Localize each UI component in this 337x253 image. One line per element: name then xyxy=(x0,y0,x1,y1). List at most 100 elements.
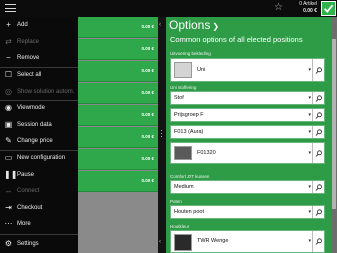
new-config-icon: ▭ xyxy=(4,153,13,162)
prijsgroep-field[interactable]: Prijsgroep F ▾ xyxy=(170,108,325,122)
position-row[interactable]: 0.00 € xyxy=(78,127,158,148)
chevron-down-icon[interactable]: ▾ xyxy=(308,150,311,156)
position-price: 0.00 € xyxy=(141,90,154,95)
drag-handle-icon[interactable] xyxy=(161,130,163,138)
hamburger-menu-icon[interactable] xyxy=(5,4,16,12)
color-swatch xyxy=(174,146,192,160)
field-value: Prijsgroep F xyxy=(174,112,204,118)
menu-item-replace[interactable]: ⇄ Replace xyxy=(0,34,78,50)
field-value: Uni xyxy=(197,67,206,73)
connect-icon: ↔ xyxy=(4,186,13,195)
collapse-left-icon[interactable]: ‹ xyxy=(159,22,161,28)
chevron-down-icon[interactable]: ▾ xyxy=(308,129,311,135)
field-value: F013 (Aura) xyxy=(174,129,204,135)
menu-item-checkout[interactable]: ⇥ Checkout xyxy=(0,200,78,216)
article-count: 0 Artikel xyxy=(299,1,317,7)
position-row[interactable]: 0.00 € xyxy=(78,39,158,60)
position-row[interactable]: 0.00 € xyxy=(78,61,158,82)
menu-item-session-data[interactable]: ▣ Session data xyxy=(0,117,78,133)
menu-label: Settings xyxy=(17,241,39,247)
search-button[interactable] xyxy=(312,109,324,121)
menu-item-change-price[interactable]: ✎ Change price xyxy=(0,133,78,149)
menu-label: Checkout xyxy=(17,205,43,211)
menu-item-more[interactable]: ⋯ More xyxy=(0,216,78,232)
field-label-poten: Poten xyxy=(170,199,182,204)
chevron-down-icon: ❯ xyxy=(212,22,220,31)
top-bar: ☆ 0 Artikel 0.00 € xyxy=(0,0,337,17)
position-price: 0.00 € xyxy=(141,46,154,51)
star-icon[interactable]: ☆ xyxy=(274,2,283,14)
gear-icon: ⚙ xyxy=(4,239,13,248)
panel-splitter[interactable]: ‹ ‹ xyxy=(158,17,166,253)
menu-label: Show solution autom. xyxy=(17,89,75,95)
scrollbar-thumb[interactable] xyxy=(332,39,336,209)
plus-icon: + xyxy=(6,20,11,29)
confirm-checkmark-button[interactable] xyxy=(321,1,336,16)
chevron-down-icon[interactable]: ▾ xyxy=(308,209,311,215)
search-icon xyxy=(315,66,322,74)
position-row[interactable]: 0.00 € xyxy=(78,171,158,192)
menu-item-select-all[interactable]: ☐ Select all xyxy=(0,67,78,83)
comfort-field[interactable]: Medium ▾ xyxy=(170,180,325,194)
houtkleur-field[interactable]: TWR Wenge ▾ xyxy=(170,230,325,253)
uitvoering-field[interactable]: Uni ▾ xyxy=(170,58,325,82)
search-icon xyxy=(315,183,322,191)
kleur-field[interactable]: F013 (Aura) ▾ xyxy=(170,125,325,139)
menu-item-show-solution[interactable]: ◎ Show solution autom. xyxy=(0,84,78,100)
menu-label: Session data xyxy=(17,122,52,128)
field-value: F01320 xyxy=(197,150,216,156)
select-all-icon: ☐ xyxy=(4,70,13,79)
pause-icon: ❚❚ xyxy=(4,170,18,179)
chevron-down-icon[interactable]: ▾ xyxy=(308,238,311,244)
search-icon xyxy=(315,111,322,119)
search-button[interactable] xyxy=(312,181,324,193)
menu-label: Select all xyxy=(17,72,42,78)
side-menu: + Add ⇄ Replace − Remove ☐ Select all ◎ … xyxy=(0,17,78,253)
search-button[interactable] xyxy=(312,231,324,252)
field-label-houtkleur: Houtkleur xyxy=(170,224,190,229)
checkout-icon: ⇥ xyxy=(5,203,12,212)
search-icon xyxy=(315,94,322,102)
field-value: Stof xyxy=(174,95,184,101)
menu-label: Connect xyxy=(17,188,40,194)
cart-summary: 0 Artikel 0.00 € xyxy=(299,1,317,15)
minus-icon: − xyxy=(6,53,11,62)
eye-icon: ◉ xyxy=(5,103,12,112)
chevron-down-icon[interactable]: ▾ xyxy=(308,95,311,101)
menu-item-remove[interactable]: − Remove xyxy=(0,50,78,66)
position-price: 0.00 € xyxy=(141,178,154,183)
options-subtitle: Common options of all elected positions xyxy=(170,35,303,44)
position-price: 0.00 € xyxy=(141,24,154,29)
position-row[interactable]: 0.00 € xyxy=(78,83,158,104)
stof-field[interactable]: Stof ▾ xyxy=(170,91,325,105)
menu-item-viewmode[interactable]: ◉ Viewmode xyxy=(0,100,78,116)
search-button[interactable] xyxy=(312,206,324,218)
search-button[interactable] xyxy=(312,92,324,104)
menu-item-add[interactable]: + Add xyxy=(0,17,78,33)
menu-item-new-configuration[interactable]: ▭ New configuration xyxy=(0,150,78,166)
options-title[interactable]: Options ❯ xyxy=(169,18,219,34)
menu-item-settings[interactable]: ⚙ Settings xyxy=(0,236,78,252)
menu-label: New configuration xyxy=(17,155,66,161)
swatch-field[interactable]: F01320 ▾ xyxy=(170,142,325,164)
search-button[interactable] xyxy=(312,59,324,81)
position-row[interactable]: 0.00 € xyxy=(78,105,158,126)
search-button[interactable] xyxy=(312,126,324,138)
options-scrollbar[interactable] xyxy=(331,17,337,253)
menu-label: More xyxy=(17,221,31,227)
chevron-down-icon[interactable]: ▾ xyxy=(308,112,311,118)
menu-item-pause[interactable]: ❚❚ Pause xyxy=(0,167,78,183)
position-row[interactable]: 0.00 € xyxy=(78,149,158,170)
field-value: Houten poot xyxy=(174,209,204,215)
chevron-down-icon[interactable]: ▾ xyxy=(308,67,311,73)
poten-field[interactable]: Houten poot ▾ xyxy=(170,205,325,219)
menu-item-connect[interactable]: ↔ Connect xyxy=(0,183,78,199)
search-button[interactable] xyxy=(312,143,324,163)
position-row[interactable]: 0.00 € xyxy=(78,17,158,38)
search-icon xyxy=(315,149,322,157)
total-price: 0.00 € xyxy=(303,8,317,14)
chevron-down-icon[interactable]: ▾ xyxy=(308,184,311,190)
menu-label: Change price xyxy=(17,138,53,144)
collapse-left-icon[interactable]: ‹ xyxy=(159,239,161,245)
position-price: 0.00 € xyxy=(141,112,154,117)
